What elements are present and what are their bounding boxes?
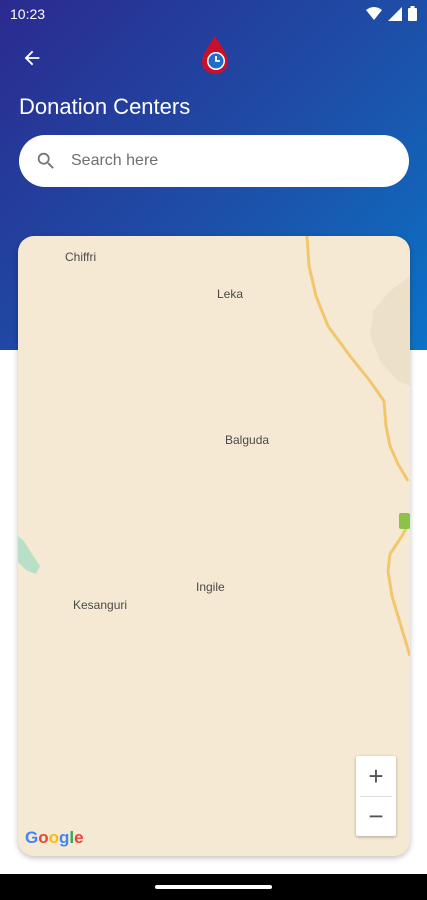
wifi-icon [366, 6, 382, 20]
back-button[interactable] [18, 44, 46, 72]
map-place-label: Ingile [196, 580, 225, 594]
map-background [18, 236, 410, 657]
map-place-label: Chiffri [65, 250, 97, 264]
search-bar[interactable] [19, 135, 409, 187]
zoom-controls: + − [356, 756, 396, 836]
system-navigation-bar [0, 874, 427, 900]
highway-marker [399, 513, 410, 529]
google-attribution-logo: Google [25, 828, 84, 847]
status-time: 10:23 [10, 6, 46, 22]
status-icons [366, 6, 417, 21]
blood-drop-clock-logo [202, 36, 228, 74]
battery-icon [408, 6, 417, 21]
map-view[interactable]: Chiffri Leka Balguda Ingile Kesanguri + … [18, 236, 410, 856]
map-place-label: Kesanguri [73, 598, 128, 612]
park-area [18, 536, 40, 574]
home-gesture-handle[interactable] [155, 885, 272, 889]
secondary-road [386, 520, 410, 657]
map-place-label: Balguda [225, 433, 270, 447]
map-place-label: Leka [217, 287, 244, 301]
terrain-patch [370, 276, 410, 386]
page-title: Donation Centers [19, 94, 191, 119]
arrow-left-icon [24, 50, 40, 66]
zoom-in-button[interactable]: + [356, 756, 396, 796]
screen: 10:23 Donation Centers Chiffri [0, 0, 427, 900]
signal-icon [388, 6, 402, 21]
search-input[interactable] [71, 145, 391, 177]
status-bar: 10:23 [0, 0, 427, 28]
zoom-out-button[interactable]: − [356, 796, 396, 836]
search-icon [37, 152, 54, 169]
